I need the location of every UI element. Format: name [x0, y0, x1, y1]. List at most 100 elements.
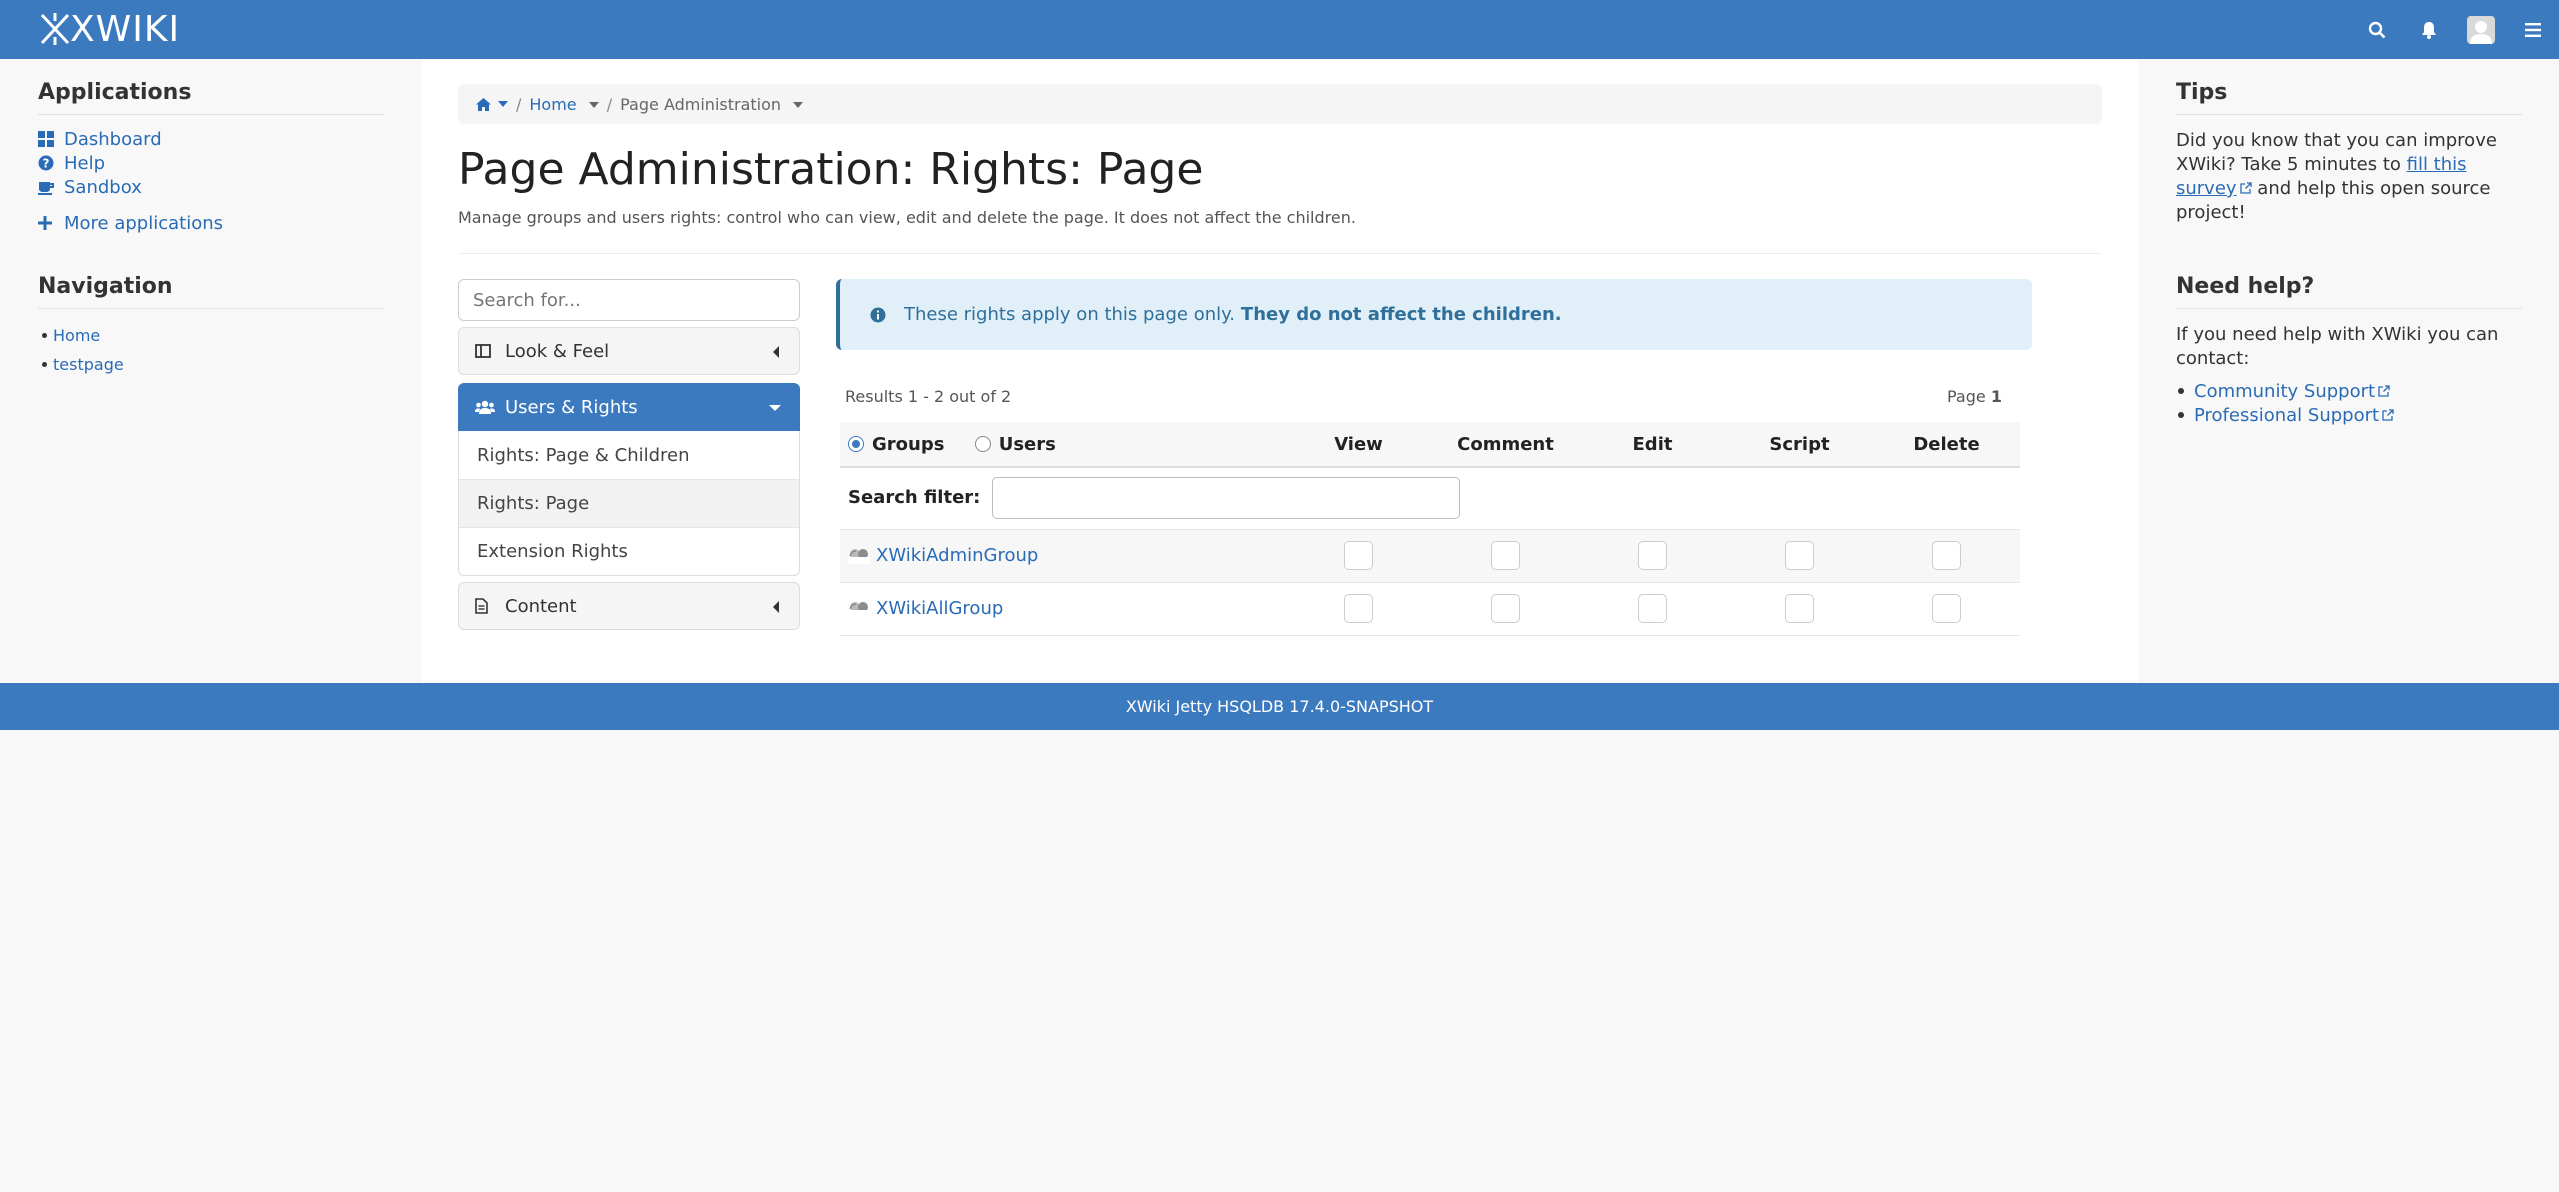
submenu-rights-page[interactable]: Rights: Page: [459, 479, 799, 527]
community-support-item[interactable]: Community Support: [2176, 379, 2522, 403]
delete-checkbox[interactable]: [1932, 594, 1961, 623]
group-name-link[interactable]: XWikiAllGroup: [876, 598, 1003, 619]
tips-panel: Tips Did you know that you can improve X…: [2176, 80, 2522, 225]
applications-title: Applications: [38, 80, 384, 115]
more-applications[interactable]: More applications: [38, 211, 384, 235]
app-help[interactable]: ? Help: [38, 151, 384, 175]
breadcrumb-home-icon[interactable]: [476, 97, 508, 111]
menu-users-rights[interactable]: Users & Rights: [458, 383, 800, 431]
app-dashboard[interactable]: Dashboard: [38, 127, 384, 151]
admin-menu: Look & Feel Users & Rights Rights: Page …: [458, 279, 800, 630]
groups-radio[interactable]: [848, 436, 864, 453]
chevron-left-icon: [773, 346, 779, 358]
menu-icon[interactable]: [2507, 0, 2559, 59]
search-filter-label: Search filter:: [848, 487, 981, 509]
edit-checkbox[interactable]: [1638, 594, 1667, 623]
xwiki-logo[interactable]: XWIKI: [40, 8, 181, 50]
breadcrumb-separator: /: [606, 94, 613, 114]
breadcrumb-current-label: Page Administration: [620, 94, 782, 114]
footer: XWiki Jetty HSQLDB 17.4.0-SNAPSHOT: [0, 683, 2559, 730]
document-icon: [475, 598, 505, 614]
nav-item-testpage[interactable]: testpage: [38, 350, 384, 379]
more-applications-label: More applications: [64, 212, 224, 234]
plus-icon: [38, 216, 64, 230]
chevron-down-icon: [498, 101, 508, 107]
left-panels: Applications Dashboard ? Help Sandbox Mo…: [0, 59, 422, 683]
menu-look-feel[interactable]: Look & Feel: [458, 327, 800, 375]
search-filter-input[interactable]: [992, 477, 1461, 520]
delete-checkbox[interactable]: [1932, 541, 1961, 570]
tips-title: Tips: [2176, 80, 2522, 115]
table-header: Groups Users View Comment Edit Script De…: [840, 422, 2020, 468]
submenu-label: Rights: Page & Children: [477, 444, 690, 466]
column-script: Script: [1726, 422, 1873, 468]
view-checkbox[interactable]: [1344, 594, 1373, 623]
breadcrumb-home[interactable]: Home: [529, 94, 599, 114]
menu-label: Users & Rights: [505, 396, 638, 418]
groups-label: Groups: [872, 433, 945, 455]
app-label: Dashboard: [64, 128, 162, 150]
page-label: Page: [1947, 387, 1986, 406]
nav-label: testpage: [53, 355, 124, 374]
results-count: Results 1 - 2 out of 2: [845, 387, 1012, 406]
page-description: Manage groups and users rights: control …: [458, 208, 1356, 227]
xwiki-logo-icon: [40, 13, 70, 45]
script-checkbox[interactable]: [1785, 541, 1814, 570]
info-text: These rights apply on this page only.: [904, 304, 1235, 325]
bell-icon[interactable]: [2403, 0, 2455, 59]
view-checkbox[interactable]: [1344, 541, 1373, 570]
page-number[interactable]: 1: [1991, 387, 2002, 406]
external-link-icon: [2382, 409, 2394, 421]
column-edit: Edit: [1579, 422, 1726, 468]
users-icon: [475, 400, 505, 415]
logo-text: XWIKI: [70, 8, 181, 50]
pagination-info: Page 1: [1947, 387, 2002, 406]
bullet: [2178, 412, 2184, 418]
professional-support-item[interactable]: Professional Support: [2176, 403, 2522, 427]
edit-checkbox[interactable]: [1638, 541, 1667, 570]
divider: [458, 253, 2102, 254]
breadcrumb-current[interactable]: Page Administration: [620, 94, 804, 114]
comment-checkbox[interactable]: [1491, 594, 1520, 623]
bullet: [42, 333, 47, 338]
script-checkbox[interactable]: [1785, 594, 1814, 623]
cup-icon: [38, 179, 64, 195]
submenu-rights-page-children[interactable]: Rights: Page & Children: [459, 431, 799, 479]
table-row: XWikiAdminGroup: [840, 529, 2020, 583]
filter-row: Search filter:: [840, 467, 2020, 530]
search-icon[interactable]: [2351, 0, 2403, 59]
column-delete: Delete: [1873, 422, 2020, 468]
navigation-panel: Navigation Home testpage: [38, 274, 384, 379]
menu-content[interactable]: Content: [458, 582, 800, 630]
table-row: XWikiAllGroup: [840, 582, 2020, 636]
app-sandbox[interactable]: Sandbox: [38, 175, 384, 199]
right-panels: Tips Did you know that you can improve X…: [2138, 59, 2559, 683]
applications-panel: Applications Dashboard ? Help Sandbox Mo…: [38, 80, 384, 235]
users-rights-submenu: Rights: Page & Children Rights: Page Ext…: [458, 431, 800, 576]
menu-label: Look & Feel: [505, 340, 610, 362]
question-icon: ?: [38, 155, 64, 171]
chevron-down-icon: [793, 102, 804, 108]
app-label: Help: [64, 152, 106, 174]
chevron-down-icon: [588, 102, 599, 108]
help-title: Need help?: [2176, 274, 2522, 309]
breadcrumb-home-label: Home: [529, 94, 577, 114]
group-name-link[interactable]: XWikiAdminGroup: [876, 545, 1038, 566]
main-content: / Home / Page Administration Page Admini…: [422, 59, 2138, 683]
nav-item-home[interactable]: Home: [38, 321, 384, 350]
help-panel: Need help? If you need help with XWiki y…: [2176, 274, 2522, 427]
navigation-title: Navigation: [38, 274, 384, 309]
external-link-icon: [2378, 385, 2390, 397]
footer-text: XWiki Jetty HSQLDB 17.4.0-SNAPSHOT: [1125, 697, 1434, 716]
submenu-label: Rights: Page: [477, 493, 590, 514]
column-comment: Comment: [1432, 422, 1579, 468]
users-radio[interactable]: [974, 436, 991, 453]
info-bold-text: They do not affect the children.: [1240, 304, 1562, 325]
professional-support-link: Professional Support: [2194, 404, 2380, 426]
chevron-left-icon: [773, 601, 779, 613]
app-label: Sandbox: [64, 176, 142, 198]
comment-checkbox[interactable]: [1491, 541, 1520, 570]
admin-search-input[interactable]: [458, 279, 800, 321]
submenu-extension-rights[interactable]: Extension Rights: [459, 527, 799, 575]
user-avatar[interactable]: [2455, 0, 2507, 59]
